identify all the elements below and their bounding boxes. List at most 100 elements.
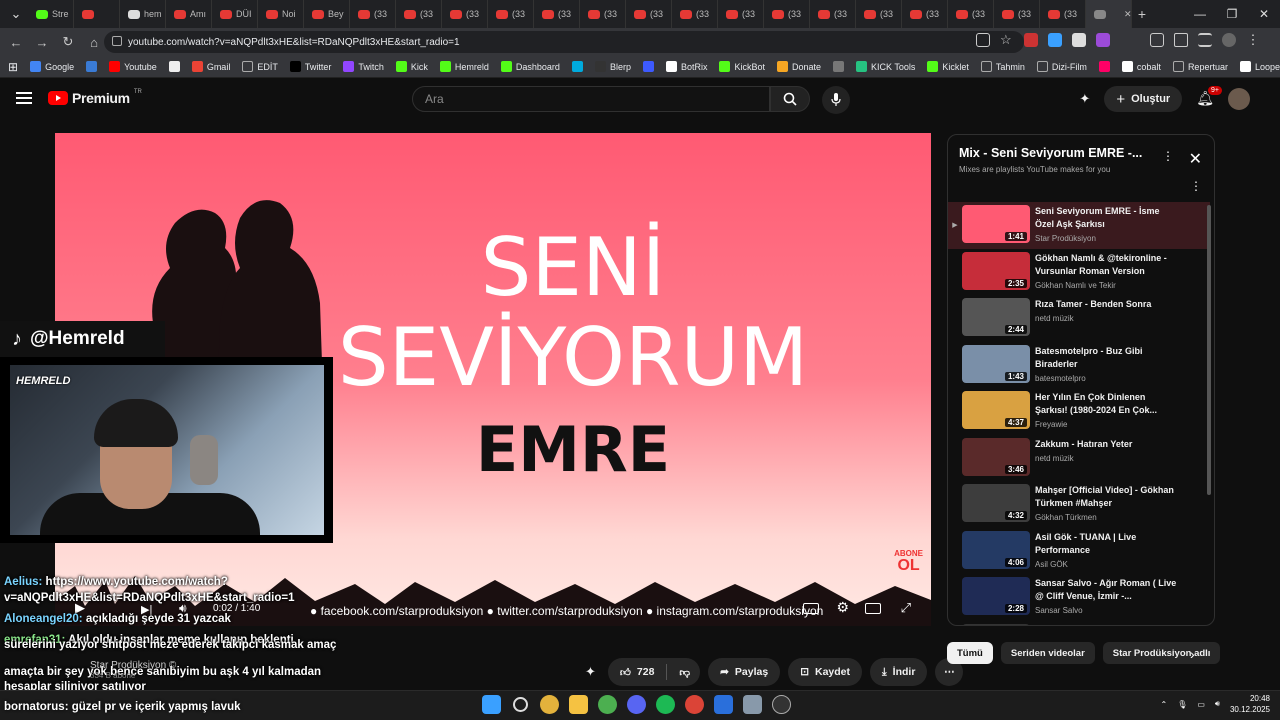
extensions-puzzle-icon[interactable] — [1174, 33, 1188, 47]
browser-tab[interactable]: (33 — [534, 0, 580, 28]
menu-hamburger-icon[interactable] — [16, 92, 32, 104]
bookmark-star-icon[interactable]: ☆ — [1000, 33, 1014, 47]
bookmark-item[interactable]: Gmail — [186, 61, 237, 72]
like-button[interactable]: 👍︎ 728 👎︎ — [607, 658, 701, 686]
bookmark-item[interactable]: Twitter — [284, 61, 338, 72]
bookmark-item[interactable]: KICK Tools — [850, 61, 921, 72]
filter-chip[interactable]: Seriden videolar — [1000, 642, 1095, 664]
active-browser-tab[interactable]: ✕ — [1086, 0, 1132, 28]
app-icon-obs[interactable] — [772, 695, 791, 714]
bookmark-item[interactable]: BotRix — [660, 61, 714, 72]
bookmark-item[interactable]: Tahmin — [975, 61, 1031, 72]
bookmark-item[interactable]: Donate — [771, 61, 827, 72]
browser-tab[interactable]: (33 — [672, 0, 718, 28]
browser-tab[interactable]: (33 — [350, 0, 396, 28]
close-window-button[interactable]: ✕ — [1248, 0, 1280, 28]
extension-icon-1[interactable] — [1024, 33, 1038, 47]
extension-icon-3[interactable] — [1072, 33, 1086, 47]
browser-tab[interactable]: (33 — [626, 0, 672, 28]
browser-tab[interactable]: Noi — [258, 0, 304, 28]
clock[interactable]: 20:48 30.12.2025 — [1230, 693, 1270, 715]
tab-search-icon[interactable] — [1150, 33, 1164, 47]
browser-tab[interactable]: Bey — [304, 0, 350, 28]
browser-tab[interactable] — [74, 0, 120, 28]
bookmark-item[interactable]: Kicklet — [921, 61, 975, 72]
profile-avatar-icon[interactable] — [1222, 33, 1236, 47]
playlist-options-icon[interactable]: ⋮ — [1190, 179, 1202, 193]
chrome-icon[interactable] — [540, 695, 559, 714]
playlist-item[interactable]: 4:06 Asil Gök - TUANA | Live Performance A… — [948, 528, 1210, 575]
browser-tab[interactable]: (33 — [580, 0, 626, 28]
bookmark-item[interactable]: KickBot — [713, 61, 771, 72]
playlist-item[interactable]: 4:32 Mahşer [Official Video] - Gökhan Tür… — [948, 481, 1210, 528]
playlist-scrollbar[interactable] — [1207, 205, 1211, 495]
forward-button[interactable]: → — [30, 30, 54, 54]
download-button[interactable]: ⤓ İndir — [870, 658, 928, 686]
save-button[interactable]: ⊡ Kaydet — [788, 658, 863, 686]
back-button[interactable]: ← — [4, 30, 28, 54]
tray-volume-icon[interactable]: 🔊︎ — [1215, 699, 1220, 709]
bookmark-item[interactable] — [827, 61, 850, 72]
extension-icon-4[interactable] — [1096, 33, 1110, 47]
playlist-item[interactable]: 2:44 Rıza Tamer - Benden Sonra netd müzik — [948, 295, 1210, 342]
chevron-right-icon[interactable]: › — [1190, 646, 1195, 662]
playlist-item[interactable]: 1:43 Batesmotelpro - Buz Gibi Biraderler b… — [948, 342, 1210, 389]
site-info-icon[interactable] — [112, 36, 122, 46]
browser-tab[interactable]: (33 — [1040, 0, 1086, 28]
browser-tab[interactable]: (33 — [810, 0, 856, 28]
voice-search-button[interactable] — [822, 86, 850, 114]
bookmark-item[interactable] — [566, 61, 589, 72]
bookmark-item[interactable]: Looper — [1234, 61, 1280, 72]
close-icon[interactable]: ✕ — [1189, 149, 1202, 169]
premium-badge-icon[interactable]: ✦ — [1079, 91, 1090, 107]
new-tab-button[interactable]: + — [1132, 6, 1152, 22]
tab-list-button[interactable]: ⌄ — [4, 2, 28, 26]
url-field[interactable]: youtube.com/watch?v=aNQPdlt3xHE&list=RDa… — [104, 31, 1024, 53]
maximize-button[interactable]: ❐ — [1216, 0, 1248, 28]
file-explorer-icon[interactable] — [569, 695, 588, 714]
bookmark-item[interactable]: Repertuar — [1167, 61, 1234, 72]
fullscreen-icon[interactable]: ⤢ — [901, 600, 911, 616]
settings-gear-icon[interactable]: ⚙ — [836, 599, 849, 616]
browser-tab[interactable]: (33 — [442, 0, 488, 28]
windows-start-icon[interactable] — [482, 695, 501, 714]
bookmark-item[interactable]: Kick — [390, 61, 434, 72]
browser-tab[interactable]: hem — [120, 0, 166, 28]
playlist-item[interactable]: ▶ 1:41 Seni Seviyorum EMRE - İsme Özel Aşk… — [948, 202, 1210, 249]
extension-icon-2[interactable] — [1048, 33, 1062, 47]
browser-tab[interactable]: (33 — [718, 0, 764, 28]
app-icon-blue[interactable] — [714, 695, 733, 714]
browser-tab[interactable]: (33 — [994, 0, 1040, 28]
filter-chip[interactable]: Tümü — [947, 642, 993, 664]
chrome-icon-2[interactable] — [685, 695, 704, 714]
create-button[interactable]: + Oluştur — [1104, 86, 1183, 112]
taskbar-search-icon[interactable] — [513, 697, 528, 712]
tray-mic-icon[interactable]: 🎙︎ — [1177, 700, 1187, 709]
bookmark-item[interactable] — [1093, 61, 1116, 72]
app-icon-settings[interactable] — [743, 695, 762, 714]
filter-chip[interactable]: Star Prodüksiyon adlı — [1102, 642, 1221, 664]
browser-tab[interactable]: (33 — [902, 0, 948, 28]
playlist-item[interactable]: 2:28 Sansar Salvo - Ağır Roman ( Live @ C… — [948, 574, 1210, 621]
thumbs-down-icon[interactable]: 👎︎ — [679, 666, 690, 679]
bookmark-item[interactable]: Dashboard — [495, 61, 566, 72]
bookmark-item[interactable] — [163, 61, 186, 72]
reading-list-icon[interactable] — [1198, 33, 1212, 47]
playlist-item[interactable]: Bengisu - İsyan Ediyorum — [948, 621, 1210, 625]
browser-tab[interactable]: (33 — [764, 0, 810, 28]
home-button[interactable]: ⌂ — [82, 30, 106, 54]
bookmark-item[interactable]: Google — [24, 61, 80, 72]
browser-tab[interactable]: (33 — [488, 0, 534, 28]
minimize-button[interactable]: — — [1184, 0, 1216, 28]
playlist-item[interactable]: 3:46 Zakkum - Hatıran Yeter netd müzik — [948, 435, 1210, 482]
bookmark-item[interactable]: Hemreld — [434, 61, 495, 72]
kebab-menu-icon[interactable]: ⋮ — [1246, 33, 1260, 47]
bookmark-item[interactable] — [637, 61, 660, 72]
reload-button[interactable]: ↻ — [56, 30, 80, 54]
notifications-button[interactable]: 🔔︎ 9+ — [1196, 86, 1222, 108]
bookmark-item[interactable]: Blerp — [589, 61, 637, 72]
tray-display-icon[interactable]: ▭ — [1197, 700, 1205, 709]
search-input[interactable]: Ara — [412, 86, 770, 112]
bookmark-item[interactable]: Twitch — [337, 61, 390, 72]
tray-expand-icon[interactable]: ⌃ — [1160, 700, 1167, 709]
